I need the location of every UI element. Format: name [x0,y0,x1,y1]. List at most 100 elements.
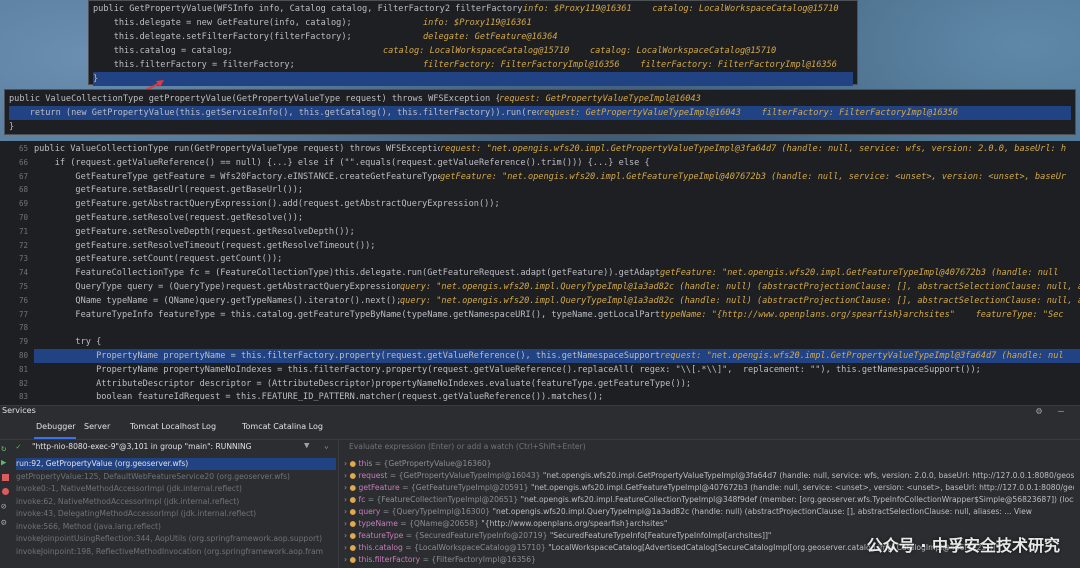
variable-type: = {GetPropertyValue@16360} [372,459,494,468]
code-text: getFeature.setResolveDepth(request.getRe… [34,226,355,237]
popup1-code-line[interactable]: this.catalog = catalog; catalog: LocalWor… [93,44,853,58]
code-text: try { [34,337,102,348]
line-number[interactable]: 69 [0,197,28,211]
field-icon: ● [349,555,359,564]
line-number[interactable]: 82 [0,377,28,391]
variable-row[interactable]: › ● fc = {FeatureCollectionTypeImpl@2065… [344,494,1074,506]
popup1-code-line[interactable]: public GetPropertyValue(WFSInfo info, Ca… [93,2,853,16]
editor-code-line[interactable]: PropertyName propertyNameNoIndexes = thi… [34,363,1080,377]
editor-code-line[interactable]: getFeature.setResolveDepth(request.getRe… [34,225,1080,239]
line-number[interactable]: 66 [0,156,28,170]
settings-icon[interactable]: ⚙ [1,518,6,528]
editor-code-line[interactable]: PropertyName propertyName = this.filterF… [34,349,1080,363]
editor-code-line[interactable]: FeatureTypeInfo featureType = this.catal… [34,308,1080,322]
line-number[interactable]: 65 [0,142,28,156]
line-number[interactable]: 68 [0,183,28,197]
inline-debug-hint: filterFactory: FilterFactoryImpl@16356 f… [423,60,837,70]
variable-name: getFeature [358,483,400,492]
stack-frame[interactable]: invoke:43, DelegatingMethodAccessorImpl … [16,508,336,520]
line-number[interactable]: 70 [0,211,28,225]
stop-icon[interactable] [2,474,9,481]
editor-code-line[interactable]: FeatureCollectionType fc = (FeatureColle… [34,266,1080,280]
line-number[interactable]: 71 [0,225,28,239]
stack-frame[interactable]: run:92, GetPropertyValue (org.geoserver.… [16,458,336,470]
line-number[interactable]: 78 [0,321,28,335]
popup2-code-line[interactable]: return (new GetPropertyValue(this.getSer… [9,106,1071,120]
line-number[interactable]: 67 [0,170,28,184]
variable-row[interactable]: › ● this = {GetPropertyValue@16360} [344,458,1074,470]
dropdown-chevron-icon[interactable]: ⌄ [324,441,329,450]
popup1-code-line[interactable]: this.delegate = new GetFeature(info, cat… [93,16,853,30]
tab-debugger[interactable]: Debugger [36,422,76,431]
code-text: boolean featureIdRequest = this.FEATURE_… [34,392,604,403]
variable-name: this.filterFactory [358,555,421,564]
editor-code-line[interactable]: AttributeDescriptor descriptor = (Attrib… [34,377,1080,391]
editor-code-line[interactable]: getFeature.setBaseUrl(request.getBaseUrl… [34,183,1080,197]
editor-code-line[interactable]: QueryType query = (QueryType)request.get… [34,280,1080,294]
editor-code-line[interactable]: GetFeatureType getFeature = Wfs20Factory… [34,170,1080,184]
code-editor[interactable]: 65 public ValueCollectionType run(GetProp… [0,141,1080,405]
tab-tomcat-localhost-log[interactable]: Tomcat Localhost Log [130,422,216,431]
variable-name: typeName [358,519,398,528]
stack-frame[interactable]: invoke:566, Method (java.lang.reflect) [16,521,336,533]
line-number[interactable]: 77 [0,308,28,322]
popup2-code-line[interactable]: public ValueCollectionType getPropertyVa… [9,92,1071,106]
editor-code-line[interactable] [34,321,1080,335]
editor-code-line[interactable]: getFeature.getAbstractQueryExpression().… [34,197,1080,211]
variable-type: = {GetPropertyValueTypeImpl@16043} [387,471,543,480]
stack-frame[interactable]: invoke0:-1, NativeMethodAccessorImpl (jd… [16,483,336,495]
variable-row[interactable]: › ● getFeature = {GetFeatureTypeImpl@205… [344,482,1074,494]
variable-row[interactable]: › ● query = {QueryTypeImpl@16300} "net.o… [344,506,1074,518]
line-number[interactable]: 74 [0,266,28,280]
variable-row[interactable]: › ● request = {GetPropertyValueTypeImpl@… [344,470,1074,482]
stack-frame[interactable]: invokeJoinpoint:198, ReflectiveMethodInv… [16,546,336,558]
editor-code-line[interactable]: public ValueCollectionType run(GetProper… [34,142,1080,156]
line-number[interactable]: 75 [0,280,28,294]
popup2-code-line[interactable]: } [9,120,1071,134]
panel-hide-icon[interactable]: — [1058,406,1064,417]
filter-icon[interactable]: ▼ [304,441,309,451]
variable-row[interactable]: › ● typeName = {QName@20658} "{http://ww… [344,518,1074,530]
tab-server[interactable]: Server [84,422,110,431]
line-number[interactable]: 81 [0,363,28,377]
code-text: FeatureTypeInfo featureType = this.catal… [34,309,660,320]
variable-type: = {GetFeatureTypeImpl@20591} [399,483,531,492]
watermark: 公众号 · 中孚安全技术研究 [866,536,1060,555]
editor-code-line[interactable]: getFeature.setResolve(request.getResolve… [34,211,1080,225]
code-text: FeatureCollectionType fc = (FeatureColle… [34,268,660,279]
editor-code-line[interactable]: try { [34,335,1080,349]
thread-selector[interactable]: ✓ "http-nio-8080-exec-9"@3,101 in group … [14,441,336,455]
stack-frame[interactable]: invoke:62, NativeMethodAccessorImpl (jdk… [16,496,336,508]
view-breakpoints-icon[interactable] [2,488,9,495]
variable-type: = {QName@20658} [397,519,482,528]
editor-code-line[interactable]: getFeature.setResolveTimeout(request.get… [34,239,1080,253]
line-number[interactable]: 79 [0,335,28,349]
mute-breakpoints-icon[interactable]: ⊘ [1,502,6,512]
editor-code-line[interactable]: QName typeName = (QName)query.getTypeNam… [34,294,1080,308]
inline-debug-hint: query: "net.opengis.wfs20.impl.QueryType… [400,282,1080,292]
resume-icon[interactable]: ▶ [1,458,6,468]
tab-tomcat-catalina-log[interactable]: Tomcat Catalina Log [242,422,323,431]
line-number[interactable]: 73 [0,252,28,266]
editor-code-line[interactable]: boolean featureIdRequest = this.FEATURE_… [34,390,1080,404]
popup1-code-line[interactable]: } [93,72,853,86]
line-number[interactable]: 76 [0,294,28,308]
stack-frame[interactable]: getPropertyValue:125, DefaultWebFeatureS… [16,471,336,483]
panel-settings-icon[interactable]: ⚙ [1036,406,1042,417]
code-text: this.delegate = new GetFeature(info, cat… [93,18,352,28]
stack-frame[interactable]: invokeJoinpointUsingReflection:344, AopU… [16,533,336,545]
line-number[interactable]: 83 [0,390,28,404]
line-number[interactable]: 72 [0,239,28,253]
editor-code-line[interactable]: if (request.getValueReference() == null)… [34,156,1080,170]
variable-name: this.catalog [358,543,403,552]
debug-tab-bar: Debugger Server Tomcat Localhost Log Tom… [0,419,1080,440]
debug-toolbar: ↻ ▶ ⊘ ⚙ [0,440,12,568]
popup1-code-line[interactable]: this.filterFactory = filterFactory; filte… [93,58,853,72]
rerun-icon[interactable]: ↻ [1,444,6,454]
popup1-code-line[interactable]: this.delegate.setFilterFactory(filterFac… [93,30,853,44]
editor-code-line[interactable]: getFeature.setCount(request.getCount()); [34,252,1080,266]
evaluate-expression-input[interactable]: Evaluate expression (Enter) or add a wat… [349,442,1069,454]
thread-label: "http-nio-8080-exec-9"@3,101 in group "m… [32,442,252,451]
line-number[interactable]: 80 [0,349,28,363]
code-text: getFeature.getAbstractQueryExpression().… [34,199,500,210]
